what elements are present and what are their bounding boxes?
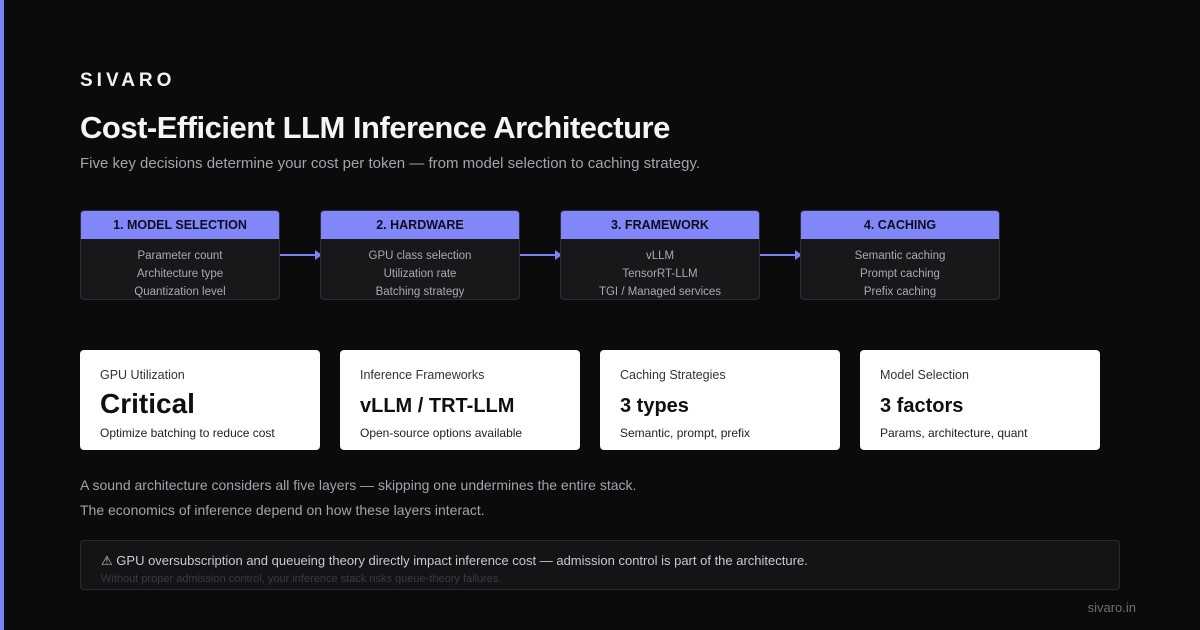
step-item: vLLM bbox=[645, 250, 675, 262]
step-caching: 4. CACHING Semantic caching Prompt cachi… bbox=[800, 210, 1000, 300]
metric-card-inference-frameworks: Inference Frameworks vLLM / TRT-LLM Open… bbox=[340, 350, 580, 450]
step-item: Batching strategy bbox=[375, 286, 465, 298]
metric-card-caching-strategies: Caching Strategies 3 types Semantic, pro… bbox=[600, 350, 840, 450]
warning-icon: ⚠ bbox=[101, 553, 113, 568]
step-hardware: 2. HARDWARE GPU class selection Utilizat… bbox=[320, 210, 520, 300]
metric-label: GPU Utilization bbox=[100, 368, 185, 382]
callout-sub-text: Without proper admission control, your i… bbox=[101, 573, 502, 585]
step-item: Prefix caching bbox=[863, 286, 937, 298]
metric-label: Inference Frameworks bbox=[360, 368, 485, 382]
step-framework: 3. FRAMEWORK vLLM TensorRT-LLM TGI / Man… bbox=[560, 210, 760, 300]
metric-label: Caching Strategies bbox=[620, 368, 726, 382]
metric-description: Semantic, prompt, prefix bbox=[620, 426, 751, 440]
footer-url: sivaro.in bbox=[1087, 600, 1136, 615]
metric-description: Params, architecture, quant bbox=[880, 426, 1028, 440]
metric-description: Optimize batching to reduce cost bbox=[100, 426, 275, 440]
arrow-right-icon bbox=[280, 250, 322, 260]
warning-callout: ⚠ GPU oversubscription and queueing theo… bbox=[80, 540, 1120, 590]
callout-main-line: ⚠ GPU oversubscription and queueing theo… bbox=[101, 553, 1099, 569]
callout-main-text: GPU oversubscription and queueing theory… bbox=[116, 553, 808, 568]
metric-card-gpu-utilization: GPU Utilization Critical Optimize batchi… bbox=[80, 350, 320, 450]
metric-card-model-selection: Model Selection 3 factors Params, archit… bbox=[860, 350, 1100, 450]
step-title: 1. MODEL SELECTION bbox=[81, 211, 279, 239]
page-subtitle: Five key decisions determine your cost p… bbox=[80, 155, 701, 172]
step-model-selection: 1. MODEL SELECTION Parameter count Archi… bbox=[80, 210, 280, 300]
metric-value: Critical bbox=[100, 388, 195, 419]
metric-value: 3 types bbox=[620, 395, 689, 417]
arrow-right-icon bbox=[520, 250, 562, 260]
decision-flow: 1. MODEL SELECTION Parameter count Archi… bbox=[80, 210, 1000, 300]
arrow-right-icon bbox=[760, 250, 802, 260]
step-item: TGI / Managed services bbox=[598, 286, 722, 298]
step-title: 3. FRAMEWORK bbox=[561, 211, 759, 239]
metric-value: 3 factors bbox=[880, 395, 964, 417]
metric-description: Open-source options available bbox=[360, 426, 523, 440]
brand-logo: SIVARO bbox=[80, 70, 176, 91]
step-item: Semantic caching bbox=[854, 250, 946, 262]
step-title: 2. HARDWARE bbox=[321, 211, 519, 239]
accent-bar bbox=[0, 0, 4, 630]
step-item: Architecture type bbox=[136, 268, 224, 280]
step-item: TensorRT-LLM bbox=[622, 268, 698, 280]
step-item: Parameter count bbox=[137, 250, 223, 262]
metric-label: Model Selection bbox=[880, 368, 969, 382]
step-item: Prompt caching bbox=[860, 268, 940, 280]
step-title: 4. CACHING bbox=[801, 211, 999, 239]
step-item: Utilization rate bbox=[383, 268, 457, 280]
note-text: The economics of inference depend on how… bbox=[80, 502, 485, 518]
metric-value: vLLM / TRT-LLM bbox=[360, 395, 515, 417]
step-item: GPU class selection bbox=[368, 250, 472, 262]
step-item: Quantization level bbox=[134, 286, 226, 298]
note-text: A sound architecture considers all five … bbox=[80, 477, 637, 493]
page-title: Cost-Efficient LLM Inference Architectur… bbox=[80, 110, 670, 145]
